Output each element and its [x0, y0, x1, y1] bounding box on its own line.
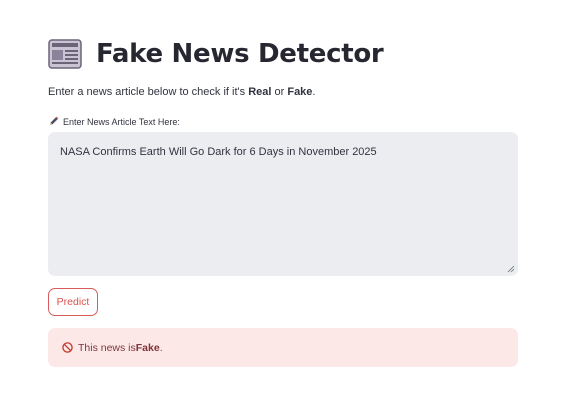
- predict-button[interactable]: Predict: [48, 288, 98, 316]
- intro-fake: Fake: [287, 86, 313, 98]
- resize-handle-icon[interactable]: [507, 265, 515, 273]
- result-prefix: This news is: [78, 341, 136, 354]
- article-textarea-value[interactable]: NASA Confirms Earth Will Go Dark for 6 D…: [60, 146, 506, 158]
- result-suffix: .: [159, 341, 163, 354]
- intro-suffix: .: [312, 86, 316, 98]
- article-field-label-text: Enter News Article Text Here:: [63, 116, 180, 127]
- result-verdict: Fake: [135, 341, 160, 354]
- pencil-icon: [50, 116, 59, 125]
- page-header: Fake News Detector: [48, 36, 384, 72]
- intro-prefix: Enter a news article below to check if i…: [48, 86, 249, 98]
- page-title: Fake News Detector: [96, 39, 384, 69]
- result-alert: This news is Fake.: [48, 328, 518, 367]
- no-entry-icon: [62, 342, 73, 353]
- intro-or: or: [271, 86, 288, 98]
- newspaper-icon: [48, 39, 82, 69]
- article-textarea[interactable]: NASA Confirms Earth Will Go Dark for 6 D…: [48, 132, 518, 276]
- article-field-label: Enter News Article Text Here:: [48, 116, 180, 127]
- intro-text: Enter a news article below to check if i…: [48, 86, 315, 98]
- intro-real: Real: [248, 86, 272, 98]
